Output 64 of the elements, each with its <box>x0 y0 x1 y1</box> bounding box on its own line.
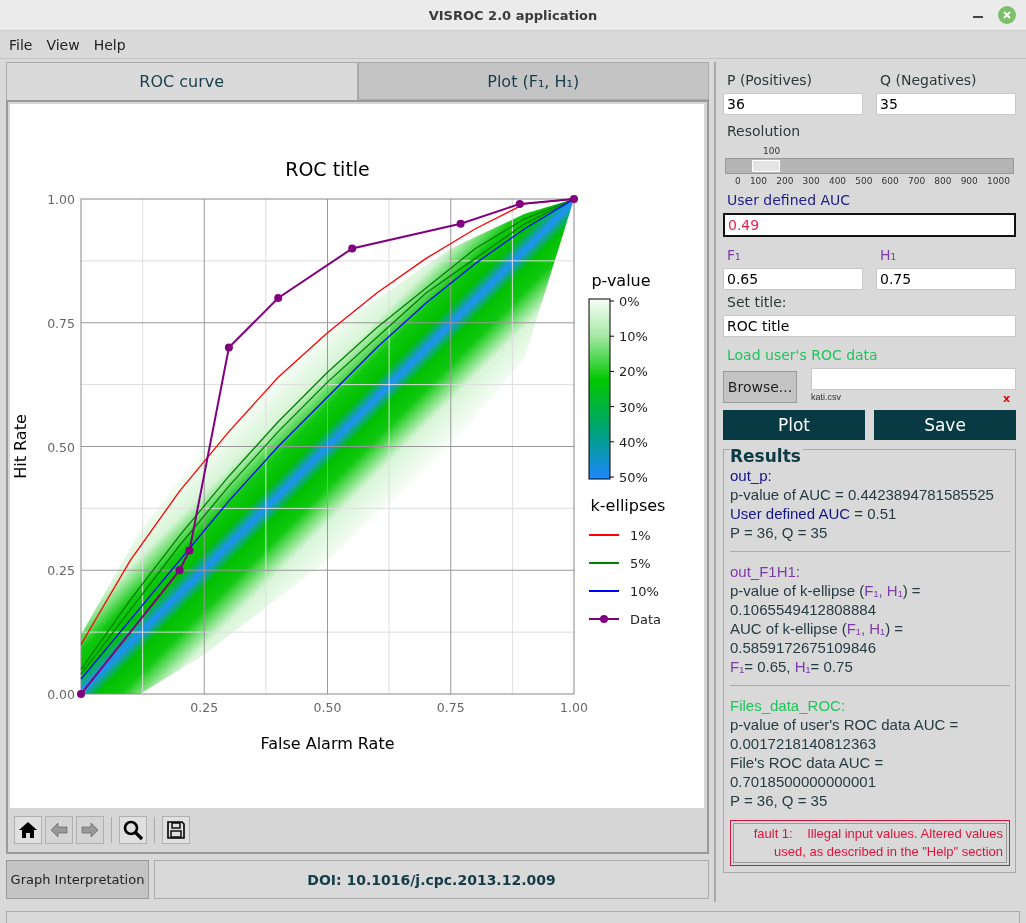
legend-label: 10% <box>630 584 659 599</box>
slider-tick-label: 900 <box>960 176 978 186</box>
slider-value: 100 <box>763 146 781 156</box>
y-tick-label: 0.00 <box>47 687 75 702</box>
colorbar-tick-label: 0% <box>619 294 640 309</box>
slider-tick-label: 700 <box>907 176 926 186</box>
slider-tick-label: 800 <box>934 176 952 186</box>
field-label: H₁ <box>879 246 897 265</box>
slider-tick-label: 500 <box>855 176 873 186</box>
y-tick-label: 0.50 <box>47 439 75 455</box>
slider-tick-label: 0 <box>735 176 741 186</box>
field-label: Load user's ROC data <box>726 346 878 365</box>
slider-tick-label: 300 <box>802 176 820 186</box>
legend-title: k-ellipses <box>590 496 666 515</box>
slider-tick-label: 400 <box>828 176 847 186</box>
result-line: p-value of AUC = 0.4423894781585525 <box>730 485 994 504</box>
result-line: 0.7018500000000001 <box>730 772 876 791</box>
slider-tick-label: 100 <box>749 176 768 186</box>
y-tick-label: 0.75 <box>47 315 75 331</box>
x-tick-label: 0.25 <box>190 700 219 715</box>
legend-label: Data <box>630 612 662 627</box>
colorbar-title: p-value <box>591 271 651 290</box>
result-line: p-value of k-ellipse (F₁, H₁) = <box>730 581 921 600</box>
colorbar-tick-label: 40% <box>619 434 648 450</box>
result-line: p-value of user's ROC data AUC = <box>730 715 959 734</box>
legend-label: 5% <box>630 556 651 571</box>
section-heading: out_F1H1: <box>730 562 801 581</box>
x-tick-label: 1.00 <box>560 700 588 715</box>
y-tick-label: 0.25 <box>47 563 75 579</box>
field-label: F₁ <box>726 246 741 265</box>
file-name: kati.csv <box>811 392 841 404</box>
x-tick-label: 0.75 <box>436 700 465 715</box>
result-line: 0.5859172675109846 <box>730 638 876 657</box>
x-tick-label: 0.50 <box>313 700 342 715</box>
chart-title: ROC title <box>285 158 370 180</box>
result-line: File's ROC data AUC = <box>730 753 884 772</box>
field-label: User defined AUC <box>726 191 851 210</box>
y-tick-label: 1.00 <box>47 192 75 207</box>
slider-tick-label: 200 <box>776 176 794 186</box>
slider-tick-label: 1000 <box>987 176 1010 186</box>
result-line: P = 36, Q = 35 <box>730 523 828 542</box>
result-line: AUC of k-ellipse (F₁, H₁) = <box>730 619 904 638</box>
colorbar-tick-label: 20% <box>619 364 648 380</box>
slider-tick-label: 600 <box>881 176 899 186</box>
window-title: VISROC 2.0 application <box>428 7 598 23</box>
x-axis-label: False Alarm Rate <box>260 734 395 753</box>
fault-text: fault 1: Illegal input values. Altered values used, as described in the "Help" section <box>733 823 1007 863</box>
field-label: Set title: <box>726 293 787 312</box>
field-label: P (Positives) <box>726 71 813 90</box>
doi-text: DOI: 10.1016/j.cpc.2013.12.009 <box>307 871 556 888</box>
field-label: Q (Negatives) <box>879 71 977 90</box>
result-line: F₁= 0.65, H₁= 0.75 <box>730 657 853 676</box>
result-line: 0.0017218140812363 <box>730 734 876 753</box>
y-axis-label: Hit Rate <box>11 414 30 479</box>
section-heading: out_p: <box>730 466 772 485</box>
colorbar-tick-label: 50% <box>619 470 648 485</box>
field-label: Resolution <box>726 122 801 141</box>
legend-label: 1% <box>630 528 651 543</box>
colorbar-tick-label: 30% <box>619 399 648 415</box>
result-line: 0.1065549412808884 <box>730 600 876 619</box>
result-line: User defined AUC = 0.51 <box>730 504 897 523</box>
colorbar-tick-label: 10% <box>619 329 648 345</box>
section-heading: Files_data_ROC: <box>730 696 846 715</box>
result-line: P = 36, Q = 35 <box>730 791 828 810</box>
